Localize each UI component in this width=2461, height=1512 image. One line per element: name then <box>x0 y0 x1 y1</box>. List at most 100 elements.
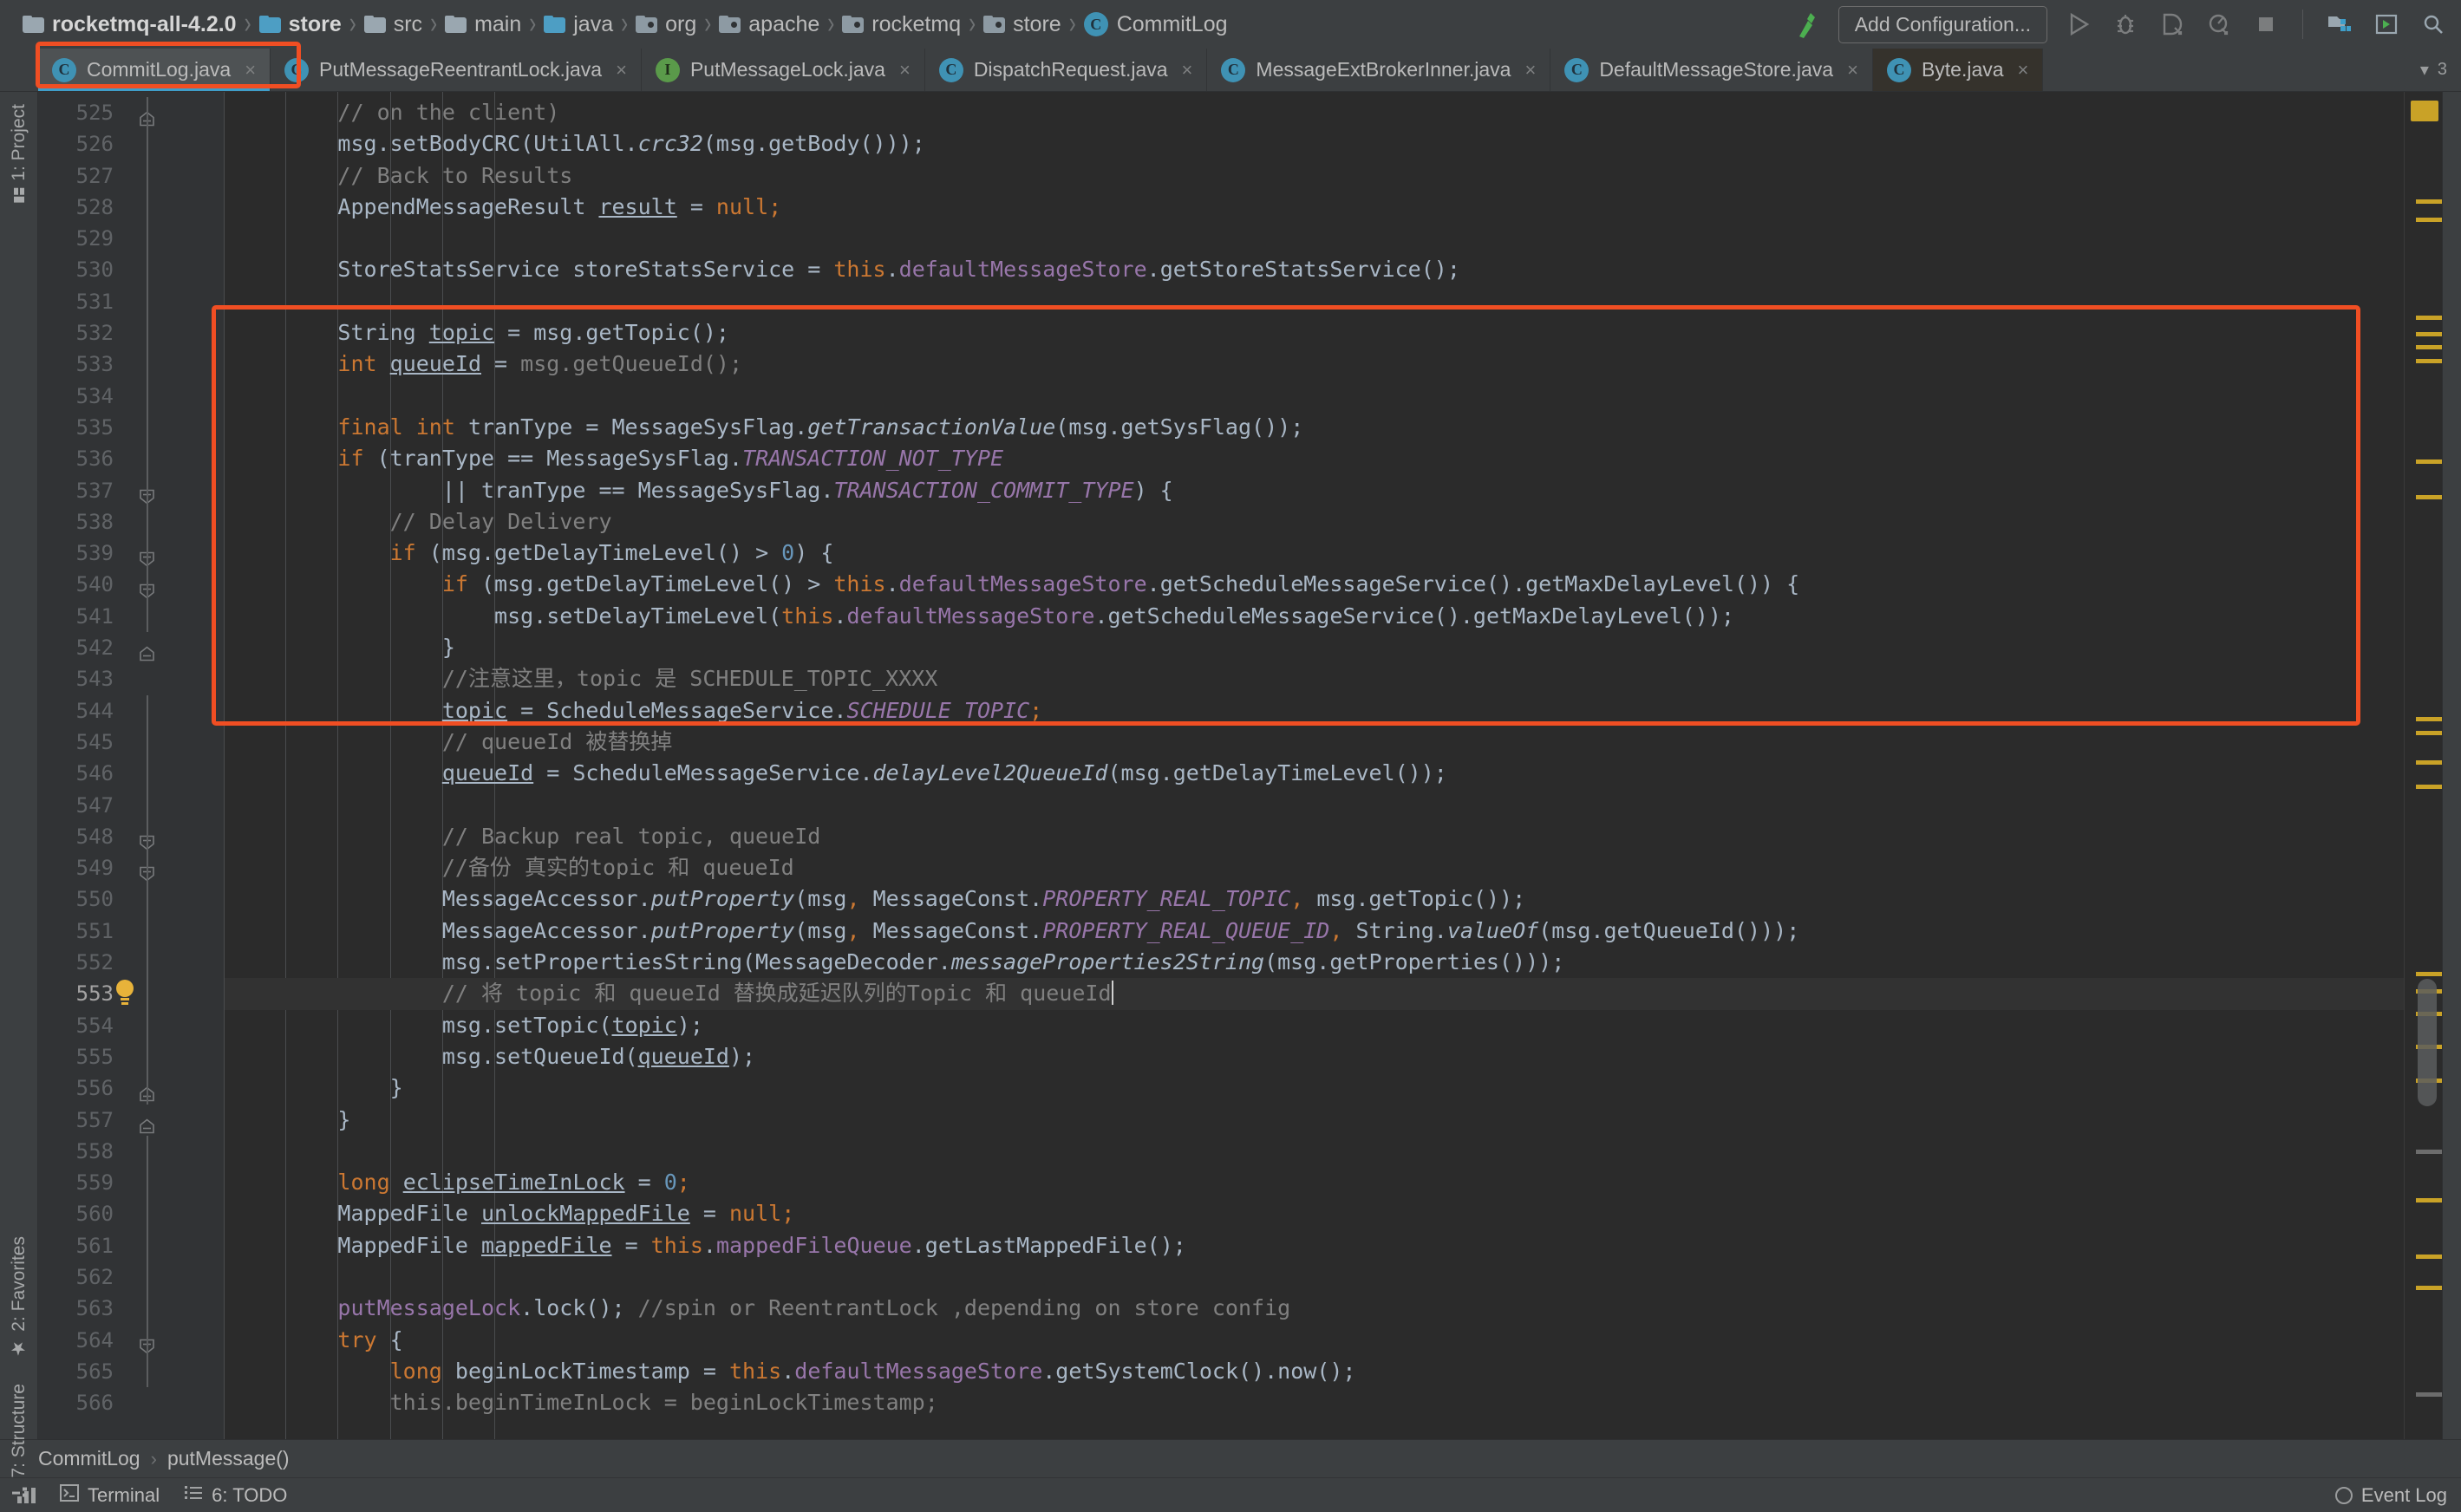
breadcrumb-item-store[interactable]: store <box>983 12 1061 37</box>
tab-overflow[interactable]: ▾ 3 <box>2420 49 2461 91</box>
close-icon[interactable]: × <box>1182 59 1193 81</box>
code-line[interactable]: //注意这里，topic 是 SCHEDULE_TOPIC_XXXX <box>225 663 2404 694</box>
code-content[interactable]: // on the client) msg.setBodyCRC(UtilAll… <box>225 92 2404 1439</box>
line-number[interactable]: 545 <box>38 727 225 758</box>
code-line[interactable]: MessageAccessor.putProperty(msg, Message… <box>225 916 2404 947</box>
code-line[interactable]: if (msg.getDelayTimeLevel() > this.defau… <box>225 569 2404 600</box>
code-line[interactable]: //备份 真实的topic 和 queueId <box>225 852 2404 883</box>
run-configuration-selector[interactable]: Add Configuration... <box>1838 5 2047 43</box>
line-number[interactable]: 556 <box>38 1072 225 1104</box>
line-number[interactable]: 560 <box>38 1198 225 1229</box>
code-line[interactable]: // on the client) <box>225 97 2404 128</box>
code-line[interactable]: // Backup real topic, queueId <box>225 821 2404 852</box>
debug-icon[interactable] <box>2110 9 2141 40</box>
warning-stripe-marker[interactable] <box>2416 459 2442 465</box>
code-line[interactable]: if (msg.getDelayTimeLevel() > 0) { <box>225 538 2404 569</box>
breadcrumb-item-main[interactable]: main <box>445 12 521 37</box>
line-number[interactable]: 559 <box>38 1167 225 1198</box>
line-number[interactable]: 546 <box>38 758 225 789</box>
warning-stripe-marker[interactable] <box>2416 1285 2442 1290</box>
build-hammer-icon[interactable] <box>1792 9 1823 40</box>
code-editor[interactable]: 525 526 527 528 529 530 531 532 533 534 535 536 537 5… <box>38 92 2404 1439</box>
warning-stripe-marker[interactable] <box>2416 784 2442 789</box>
info-stripe-marker[interactable] <box>2416 1391 2442 1397</box>
run-with-coverage-icon[interactable] <box>2157 9 2188 40</box>
warning-stripe-marker[interactable] <box>2416 331 2442 336</box>
line-number[interactable]: 562 <box>38 1261 225 1293</box>
editor-tab-putmessagelock[interactable]: I PutMessageLock.java × <box>642 49 925 91</box>
status-item-todo[interactable]: 6: TODO <box>184 1484 287 1507</box>
code-line[interactable] <box>225 790 2404 821</box>
code-line[interactable] <box>225 1136 2404 1167</box>
close-icon[interactable]: × <box>1524 59 1536 81</box>
status-item-event-log[interactable]: Event Log <box>2334 1484 2447 1507</box>
warning-stripe-marker[interactable] <box>2416 199 2442 205</box>
line-number[interactable]: 558 <box>38 1136 225 1167</box>
line-number[interactable]: 541 <box>38 601 225 632</box>
tab-list-chevron-icon[interactable]: ▾ <box>2420 59 2429 81</box>
warning-stripe-marker[interactable] <box>2416 217 2442 222</box>
line-number[interactable]: 537 <box>38 475 225 506</box>
fold-end-icon[interactable] <box>139 640 155 662</box>
line-number[interactable]: 529 <box>38 223 225 254</box>
breadcrumb-item-store[interactable]: store <box>258 12 342 37</box>
code-line[interactable]: long eclipseTimeInLock = 0; <box>225 1167 2404 1198</box>
code-line[interactable]: msg.setTopic(topic); <box>225 1010 2404 1041</box>
line-number[interactable]: 557 <box>38 1105 225 1136</box>
breadcrumb-item-src[interactable]: src <box>363 12 422 37</box>
intention-bulb-icon[interactable] <box>114 978 135 1006</box>
line-number[interactable]: 539 <box>38 538 225 569</box>
line-number[interactable]: 544 <box>38 695 225 727</box>
warning-stripe-marker[interactable] <box>2416 494 2442 499</box>
code-line[interactable] <box>225 1261 2404 1293</box>
warning-stripe-marker[interactable] <box>2416 345 2442 350</box>
code-line[interactable]: topic = ScheduleMessageService.SCHEDULE_… <box>225 695 2404 727</box>
line-number[interactable]: 532 <box>38 317 225 349</box>
warning-stripe-marker[interactable] <box>2416 1197 2442 1202</box>
code-line[interactable]: // queueId 被替换掉 <box>225 727 2404 758</box>
line-number[interactable]: 543 <box>38 663 225 694</box>
breadcrumb-item-org[interactable]: org <box>636 12 696 37</box>
sidebar-item-favorites[interactable]: ★ 2: Favorites <box>9 1236 29 1359</box>
line-number[interactable]: 553 <box>38 978 225 1009</box>
code-line[interactable]: || tranType == MessageSysFlag.TRANSACTIO… <box>225 475 2404 506</box>
line-number[interactable]: 535 <box>38 412 225 443</box>
line-number[interactable]: 531 <box>38 286 225 317</box>
code-line[interactable] <box>225 286 2404 317</box>
code-line[interactable]: queueId = ScheduleMessageService.delayLe… <box>225 758 2404 789</box>
line-number[interactable]: 561 <box>38 1230 225 1261</box>
warning-stripe-marker[interactable] <box>2416 717 2442 722</box>
code-line[interactable]: msg.setBodyCRC(UtilAll.crc32(msg.getBody… <box>225 128 2404 160</box>
code-line[interactable]: msg.setDelayTimeLevel(this.defaultMessag… <box>225 601 2404 632</box>
line-number[interactable]: 542 <box>38 632 225 663</box>
breadcrumb-item-commitlog[interactable]: C CommitLog <box>1083 12 1228 37</box>
status-item-terminal[interactable]: Terminal <box>60 1483 160 1507</box>
fold-end-icon[interactable] <box>139 1111 155 1133</box>
line-number[interactable]: 533 <box>38 349 225 380</box>
warning-stripe-marker[interactable] <box>2416 1255 2442 1260</box>
breadcrumb-class[interactable]: CommitLog <box>38 1447 140 1470</box>
editor-tab-dispatchrequest[interactable]: C DispatchRequest.java × <box>925 49 1208 91</box>
code-line[interactable]: MappedFile mappedFile = this.mappedFileQ… <box>225 1230 2404 1261</box>
sidebar-item-structure[interactable]: 7: Structure <box>9 1384 29 1499</box>
line-number[interactable]: 530 <box>38 254 225 285</box>
code-line[interactable]: this.beginTimeInLock = beginLockTimestam… <box>225 1387 2404 1418</box>
warning-stripe-marker[interactable] <box>2416 730 2442 735</box>
code-line[interactable]: msg.setQueueId(queueId); <box>225 1041 2404 1072</box>
editor-tab-messageextbrokerinner[interactable]: C MessageExtBrokerInner.java × <box>1207 49 1551 91</box>
stop-icon[interactable] <box>2250 9 2281 40</box>
close-icon[interactable]: × <box>616 59 627 81</box>
run-anything-icon[interactable] <box>2371 9 2402 40</box>
inspection-status-icon[interactable] <box>2411 101 2438 121</box>
breadcrumb-item-apache[interactable]: apache <box>719 12 819 37</box>
info-stripe-marker[interactable] <box>2416 1149 2442 1154</box>
line-number[interactable]: 549 <box>38 852 225 883</box>
code-line[interactable]: AppendMessageResult result = null; <box>225 192 2404 223</box>
close-icon[interactable]: × <box>245 59 256 81</box>
code-line[interactable]: msg.setPropertiesString(MessageDecoder.m… <box>225 947 2404 978</box>
line-number[interactable]: 564 <box>38 1325 225 1356</box>
close-icon[interactable]: × <box>899 59 911 81</box>
line-number[interactable]: 525 <box>38 97 225 128</box>
line-number[interactable]: 548 <box>38 821 225 852</box>
line-number[interactable]: 534 <box>38 381 225 412</box>
